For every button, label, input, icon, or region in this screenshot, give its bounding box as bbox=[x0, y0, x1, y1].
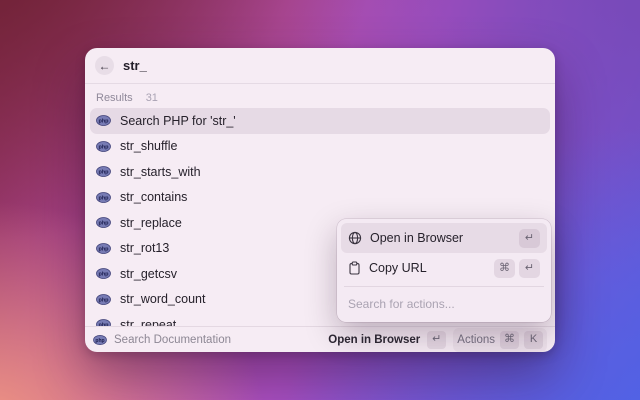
results-header: Results 31 bbox=[90, 84, 550, 108]
result-row[interactable]: php str_shuffle bbox=[90, 134, 550, 160]
svg-text:php: php bbox=[98, 297, 109, 303]
svg-text:php: php bbox=[95, 337, 104, 343]
actions-menu-label: Actions bbox=[457, 334, 495, 346]
svg-text:php: php bbox=[98, 221, 109, 227]
footer-app: php Search Documentation bbox=[93, 334, 231, 346]
return-key: ↵ bbox=[519, 229, 540, 248]
result-row[interactable]: php str_starts_with bbox=[90, 159, 550, 185]
return-key: ↵ bbox=[427, 331, 446, 349]
k-key: K bbox=[524, 331, 543, 349]
result-label: str_rot13 bbox=[120, 241, 169, 255]
action-shortcut: ⌘ ↵ bbox=[494, 259, 540, 278]
clipboard-icon bbox=[348, 261, 361, 275]
action-shortcut: ↵ bbox=[519, 229, 540, 248]
actions-popover: Open in Browser ↵ Copy URL ⌘ ↵ bbox=[337, 219, 551, 322]
actions-search-input[interactable] bbox=[341, 290, 547, 318]
svg-text:php: php bbox=[98, 144, 109, 150]
php-icon: php bbox=[96, 267, 111, 280]
svg-text:php: php bbox=[98, 272, 109, 278]
result-label: str_shuffle bbox=[120, 139, 177, 153]
result-label: str_word_count bbox=[120, 292, 205, 306]
result-label: str_repeat bbox=[120, 318, 176, 326]
action-label: Open in Browser bbox=[370, 231, 463, 245]
command-key: ⌘ bbox=[494, 259, 515, 278]
action-open-in-browser[interactable]: Open in Browser ↵ bbox=[341, 223, 547, 253]
svg-text:php: php bbox=[98, 170, 109, 176]
footer-bar: php Search Documentation Open in Browser… bbox=[85, 326, 555, 352]
result-label: Search PHP for 'str_' bbox=[120, 114, 236, 128]
php-icon: php bbox=[96, 165, 111, 178]
action-label: Copy URL bbox=[369, 261, 427, 275]
svg-text:php: php bbox=[98, 195, 109, 201]
search-input[interactable] bbox=[123, 58, 545, 73]
result-row[interactable]: php Search PHP for 'str_' bbox=[90, 108, 550, 134]
php-icon: php bbox=[96, 242, 111, 255]
globe-icon bbox=[348, 231, 362, 245]
result-label: str_contains bbox=[120, 190, 187, 204]
svg-text:php: php bbox=[98, 119, 109, 125]
result-label: str_replace bbox=[120, 216, 182, 230]
popover-divider bbox=[344, 286, 544, 287]
back-arrow-icon: ← bbox=[99, 60, 111, 72]
launcher-window: ← Results 31 php Search PHP for 'str_' p… bbox=[85, 48, 555, 352]
result-label: str_getcsv bbox=[120, 267, 177, 281]
php-icon: php bbox=[96, 114, 111, 127]
search-bar: ← bbox=[85, 48, 555, 84]
return-key: ↵ bbox=[519, 259, 540, 278]
action-copy-url[interactable]: Copy URL ⌘ ↵ bbox=[341, 253, 547, 283]
footer-actions: Open in Browser ↵ Actions ⌘ K bbox=[328, 328, 547, 352]
result-label: str_starts_with bbox=[120, 165, 201, 179]
actions-menu-button[interactable]: Actions ⌘ K bbox=[453, 328, 547, 352]
php-icon: php bbox=[96, 293, 111, 306]
result-row[interactable]: php str_contains bbox=[90, 185, 550, 211]
back-button[interactable]: ← bbox=[95, 56, 114, 75]
primary-action-button[interactable]: Open in Browser bbox=[328, 334, 420, 346]
footer-app-label: Search Documentation bbox=[114, 334, 231, 346]
php-icon: php bbox=[93, 334, 107, 346]
php-icon: php bbox=[96, 318, 111, 326]
results-header-label: Results bbox=[96, 92, 133, 104]
php-icon: php bbox=[96, 216, 111, 229]
php-icon: php bbox=[96, 140, 111, 153]
php-icon: php bbox=[96, 191, 111, 204]
command-key: ⌘ bbox=[500, 331, 519, 349]
svg-text:php: php bbox=[98, 246, 109, 252]
results-count: 31 bbox=[146, 92, 158, 104]
